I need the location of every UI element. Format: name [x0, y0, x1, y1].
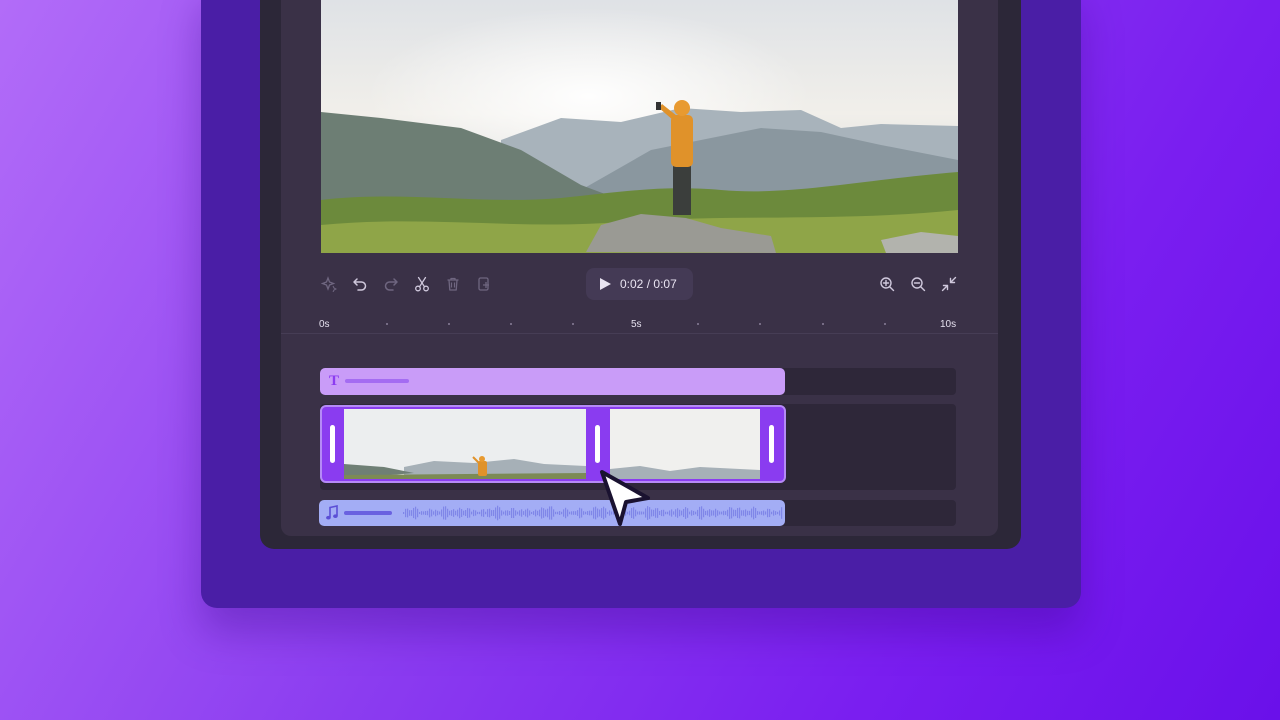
- playback-time: 0:02 / 0:07: [620, 277, 677, 291]
- ruler-tick: [386, 323, 388, 325]
- trash-icon[interactable]: [443, 274, 463, 294]
- clip-trim-handle-left[interactable]: [322, 407, 344, 481]
- editor-toolbar: 0:02 / 0:07: [281, 268, 998, 300]
- mouse-cursor: [598, 468, 652, 533]
- fit-to-screen-icon[interactable]: [939, 274, 959, 294]
- clip-trim-handle-right[interactable]: [760, 407, 784, 481]
- ruler-tick: [697, 323, 699, 325]
- time-separator: /: [646, 277, 651, 291]
- ruler-tick: [884, 323, 886, 325]
- music-note-icon: [325, 505, 339, 521]
- audio-waveform: [403, 505, 783, 521]
- video-preview[interactable]: [321, 0, 958, 253]
- ruler-tick: [572, 323, 574, 325]
- video-clip[interactable]: [320, 405, 786, 483]
- total-time: 0:07: [653, 277, 677, 291]
- zoom-in-icon[interactable]: [877, 274, 897, 294]
- magic-icon[interactable]: [319, 274, 339, 294]
- text-clip-placeholder-line: [345, 379, 409, 383]
- ruler-label: 5s: [631, 319, 642, 330]
- duplicate-icon[interactable]: [474, 274, 494, 294]
- timeline-ruler[interactable]: 0s 5s 10s: [281, 314, 998, 334]
- playback-control: 0:02 / 0:07: [586, 268, 693, 300]
- ruler-label: 10s: [940, 319, 957, 330]
- preview-scene-image: [321, 0, 958, 253]
- text-clip[interactable]: T: [320, 368, 785, 395]
- scissors-icon[interactable]: [412, 274, 432, 294]
- ruler-label: 0s: [319, 319, 330, 330]
- ruler-tick: [448, 323, 450, 325]
- audio-clip[interactable]: [319, 500, 785, 526]
- ruler-tick: [822, 323, 824, 325]
- undo-icon[interactable]: [350, 274, 370, 294]
- ruler-tick: [510, 323, 512, 325]
- current-time: 0:02: [620, 277, 644, 291]
- text-type-icon: T: [329, 373, 340, 389]
- audio-clip-placeholder-line: [344, 511, 392, 515]
- clip-thumbnail: [344, 409, 586, 479]
- ruler-tick: [759, 323, 761, 325]
- zoom-out-icon[interactable]: [908, 274, 928, 294]
- play-icon[interactable]: [598, 277, 612, 291]
- redo-icon[interactable]: [381, 274, 401, 294]
